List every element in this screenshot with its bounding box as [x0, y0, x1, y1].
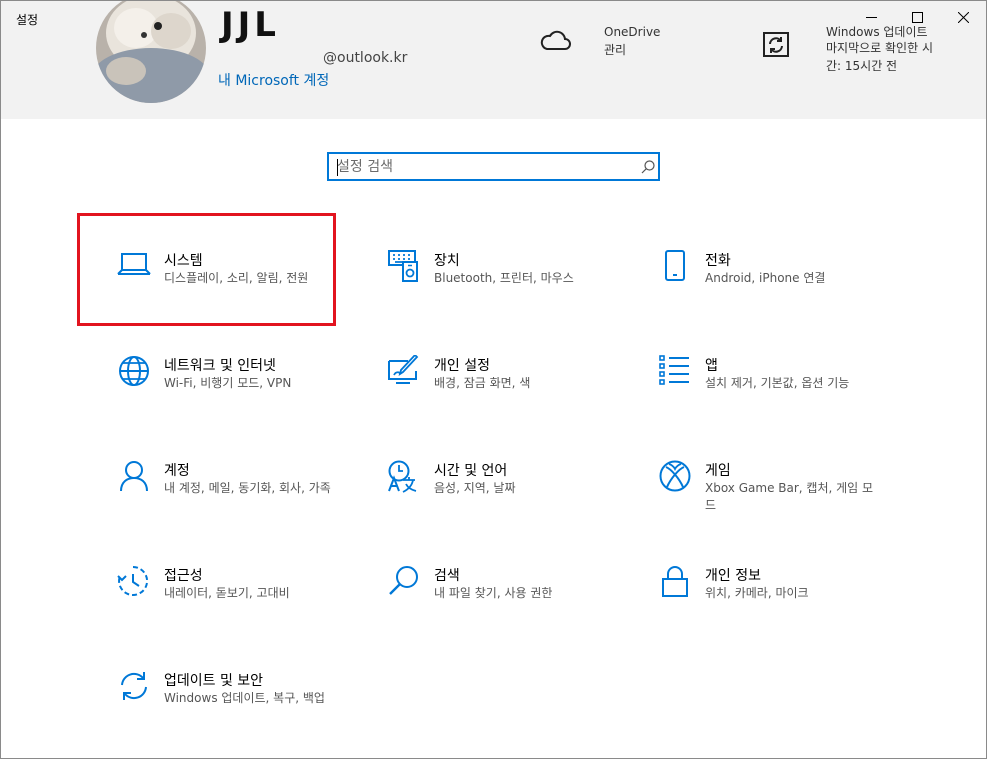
account-header: JJL @outlook.kr 내 Microsoft 계정 OneDrive … [1, 1, 986, 119]
text-caret [337, 159, 338, 176]
onedrive-status[interactable]: OneDrive 관리 [604, 25, 660, 58]
microsoft-account-link[interactable]: 내 Microsoft 계정 [218, 70, 329, 90]
apps-icon [655, 355, 695, 395]
tile-phone[interactable]: 전화 Android, iPhone 연결 [655, 250, 895, 330]
tile-apps-desc: 설치 제거, 기본값, 옵션 기능 [705, 376, 850, 390]
tile-time-language[interactable]: 시간 및 언어 음성, 지역, 날짜 [384, 460, 624, 540]
tile-update-security[interactable]: 업데이트 및 보안 Windows 업데이트, 복구, 백업 [114, 670, 354, 750]
search-input[interactable] [337, 157, 637, 177]
person-icon [114, 460, 154, 500]
search-magnifier-icon [384, 565, 424, 605]
tile-devices-desc: Bluetooth, 프린터, 마우스 [434, 271, 574, 285]
tile-time-language-desc: 음성, 지역, 날짜 [434, 481, 516, 495]
tile-privacy-name: 개인 정보 [705, 568, 761, 584]
tile-phone-desc: Android, iPhone 연결 [705, 271, 826, 285]
search-icon[interactable] [641, 159, 655, 178]
personalization-icon [384, 355, 424, 395]
tile-devices-name: 장치 [434, 253, 460, 269]
update-sync-icon [114, 670, 154, 710]
tile-accessibility[interactable]: 접근성 내레이터, 돋보기, 고대비 [114, 565, 354, 645]
tile-accounts-name: 계정 [164, 463, 190, 479]
tile-apps[interactable]: 앱 설치 제거, 기본값, 옵션 기능 [655, 355, 895, 435]
title-bar: 설정 [1, 1, 986, 33]
tile-personalization[interactable]: 개인 설정 배경, 잠금 화면, 색 [384, 355, 624, 435]
phone-icon [655, 250, 695, 290]
tile-search-desc: 내 파일 찾기, 사용 권한 [434, 586, 553, 600]
window-title: 설정 [16, 13, 39, 27]
tile-gaming-name: 게임 [705, 463, 731, 479]
update-line-1: 마지막으로 확인한 시 [826, 41, 933, 55]
tile-accessibility-desc: 내레이터, 돋보기, 고대비 [164, 586, 290, 600]
tile-network-desc: Wi-Fi, 비행기 모드, VPN [164, 376, 292, 390]
tile-gaming-desc: Xbox Game Bar, 캡처, 게임 모드 [705, 481, 874, 512]
lock-icon [655, 565, 695, 605]
tile-time-language-name: 시간 및 언어 [434, 463, 508, 479]
tile-update-security-name: 업데이트 및 보안 [164, 673, 264, 689]
tile-accounts-desc: 내 계정, 메일, 동기화, 회사, 가족 [164, 481, 331, 495]
onedrive-subtitle: 관리 [604, 43, 627, 57]
minimize-button[interactable] [848, 1, 894, 33]
update-line-2: 간: 15시간 전 [826, 59, 898, 73]
tile-personalization-desc: 배경, 잠금 화면, 색 [434, 376, 531, 390]
account-email: @outlook.kr [323, 50, 408, 66]
tile-gaming[interactable]: 게임 Xbox Game Bar, 캡처, 게임 모드 [655, 460, 895, 540]
tile-personalization-name: 개인 설정 [434, 358, 490, 374]
tile-accessibility-name: 접근성 [164, 568, 203, 584]
time-language-icon [384, 460, 424, 500]
xbox-icon [655, 460, 695, 500]
tile-search[interactable]: 검색 내 파일 찾기, 사용 권한 [384, 565, 624, 645]
maximize-button[interactable] [894, 1, 940, 33]
tile-devices[interactable]: 장치 Bluetooth, 프린터, 마우스 [384, 250, 624, 330]
tile-privacy[interactable]: 개인 정보 위치, 카메라, 마이크 [655, 565, 895, 645]
tile-network[interactable]: 네트워크 및 인터넷 Wi-Fi, 비행기 모드, VPN [114, 355, 354, 435]
tile-update-security-desc: Windows 업데이트, 복구, 백업 [164, 691, 325, 705]
accessibility-icon [114, 565, 154, 605]
settings-search-box[interactable] [327, 152, 660, 181]
devices-icon [384, 250, 424, 290]
tile-apps-name: 앱 [705, 358, 718, 374]
tile-phone-name: 전화 [705, 253, 731, 269]
tile-system-name: 시스템 [164, 253, 203, 269]
tile-system[interactable]: 시스템 디스플레이, 소리, 알림, 전원 [114, 250, 354, 330]
windows-update-icon[interactable] [761, 31, 793, 65]
close-button[interactable] [940, 1, 986, 33]
laptop-icon [114, 250, 154, 290]
globe-icon [114, 355, 154, 395]
update-status[interactable]: Windows 업데이트 마지막으로 확인한 시 간: 15시간 전 [826, 25, 956, 75]
tile-accounts[interactable]: 계정 내 계정, 메일, 동기화, 회사, 가족 [114, 460, 354, 540]
tile-privacy-desc: 위치, 카메라, 마이크 [705, 586, 809, 600]
tile-system-desc: 디스플레이, 소리, 알림, 전원 [164, 271, 309, 285]
tile-network-name: 네트워크 및 인터넷 [164, 358, 276, 374]
settings-window: JJL @outlook.kr 내 Microsoft 계정 OneDrive … [0, 0, 987, 759]
tile-search-name: 검색 [434, 568, 460, 584]
